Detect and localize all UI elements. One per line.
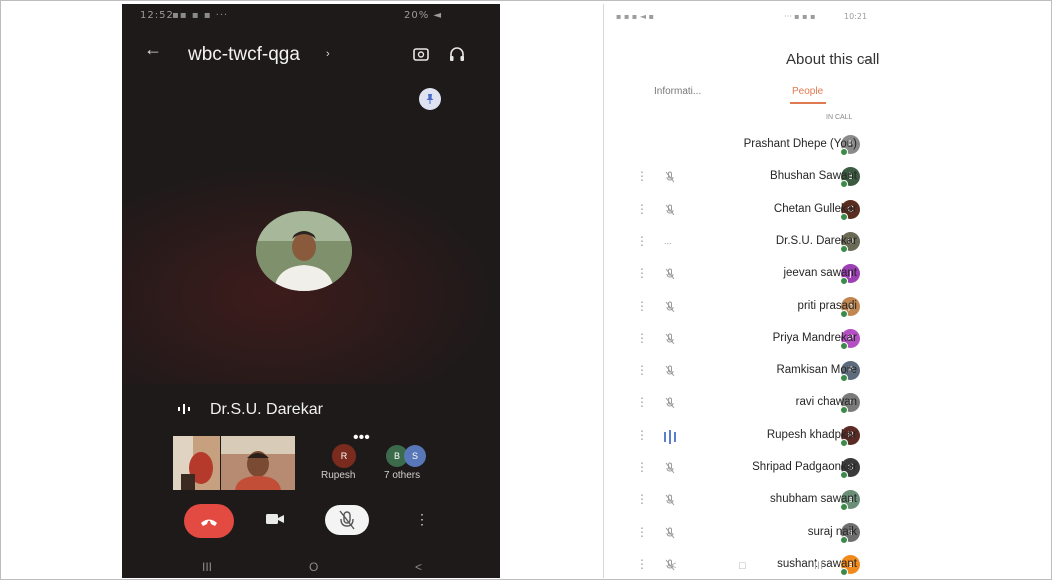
participant-name: ravi chawan bbox=[795, 396, 857, 409]
participant-row[interactable]: r ravi chawan ⋮ bbox=[604, 389, 1050, 417]
others-label: 7 others bbox=[384, 470, 421, 481]
mic-off-icon bbox=[664, 527, 676, 542]
kebab-menu-icon[interactable]: ⋮ bbox=[636, 331, 648, 345]
participant-row[interactable]: s shubham sawant ⋮ bbox=[604, 486, 1050, 514]
kebab-menu-icon[interactable]: ⋮ bbox=[636, 557, 648, 571]
status-time: 10:21 bbox=[844, 12, 868, 21]
kebab-menu-icon[interactable]: ⋮ bbox=[636, 460, 648, 474]
mic-toggle-button[interactable] bbox=[325, 505, 369, 535]
kebab-menu-icon[interactable]: ⋮ bbox=[636, 363, 648, 377]
kebab-menu-icon[interactable]: ⋮ bbox=[636, 234, 648, 248]
participant-name: Chetan Gullekar bbox=[773, 202, 857, 215]
back-arrow-icon[interactable]: ← bbox=[144, 39, 162, 60]
kebab-menu-icon[interactable]: ⋮ bbox=[636, 266, 648, 280]
nav-recents-button[interactable]: III bbox=[202, 560, 212, 574]
participant-row[interactable]: s suraj naik ⋮ bbox=[604, 519, 1050, 547]
participant-row[interactable]: R Rupesh khadpkar ⋮ bbox=[604, 422, 1050, 450]
kebab-menu-icon[interactable]: ⋮ bbox=[636, 525, 648, 539]
section-label: IN CALL bbox=[826, 114, 853, 121]
mic-off-icon bbox=[664, 365, 676, 380]
mic-off-icon bbox=[664, 171, 676, 186]
participant-name: suraj naik bbox=[807, 525, 857, 538]
status-time: 12:52 bbox=[140, 10, 174, 21]
status-right-icons: ▪ ▪ ▪ ◄ ▪ bbox=[616, 12, 655, 21]
camera-icon[interactable] bbox=[265, 511, 285, 532]
kebab-menu-icon[interactable]: ⋮ bbox=[636, 428, 648, 442]
participant-name: shubham sawant bbox=[770, 493, 857, 506]
participant-name: Prashant Dhepe (You) bbox=[743, 138, 857, 150]
participant-row[interactable]: j jeevan sawant ⋮ bbox=[604, 260, 1050, 288]
tab-people[interactable]: People bbox=[792, 86, 823, 97]
participant-row[interactable]: p priti prasadi ⋮ bbox=[604, 293, 1050, 321]
status-notification-icons: ▪▪ ▪ ▪ ··· bbox=[172, 10, 229, 21]
status-battery: 20% ◄ bbox=[404, 10, 443, 21]
end-call-button[interactable] bbox=[184, 504, 234, 538]
more-participants-icon[interactable]: ••• bbox=[353, 429, 370, 447]
participant-row[interactable]: P Priya Mandrekar ⋮ bbox=[604, 325, 1050, 353]
participant-row[interactable]: S Shripad Padgaonkar ⋮ bbox=[604, 454, 1050, 482]
participant-row[interactable]: P Prashant Dhepe (You) bbox=[604, 131, 1050, 159]
status-notification-icons: ··· ▪ ▪ ▪ bbox=[784, 12, 816, 21]
speaking-indicator-icon bbox=[664, 429, 676, 447]
chevron-right-icon[interactable]: › bbox=[326, 48, 330, 60]
participant-row[interactable]: C Chetan Gullekar ⋮ bbox=[604, 196, 1050, 224]
kebab-menu-icon[interactable]: ⋮ bbox=[636, 395, 648, 409]
self-view-tile[interactable] bbox=[173, 436, 220, 490]
switch-camera-icon[interactable] bbox=[412, 45, 430, 63]
mic-off-icon bbox=[664, 333, 676, 348]
others-avatar-s[interactable]: S bbox=[404, 445, 426, 467]
meeting-code[interactable]: wbc-twcf-qga bbox=[188, 44, 300, 66]
participant-name: Shripad Padgaonkar bbox=[752, 461, 857, 473]
nav-home-button[interactable]: O bbox=[309, 560, 318, 574]
participant-name: Rupesh khadpkar bbox=[766, 428, 857, 441]
status-dots-icon: ... bbox=[664, 235, 672, 246]
about-call-screen: ▪ ▪ ▪ ◄ ▪ ··· ▪ ▪ ▪ 10:21 About this cal… bbox=[603, 4, 1050, 578]
participant-row[interactable]: B Bhushan Sawant ⋮ bbox=[604, 163, 1050, 191]
kebab-menu-icon[interactable]: ⋮ bbox=[636, 202, 648, 216]
kebab-menu-icon[interactable]: ⋮ bbox=[636, 299, 648, 313]
nav-back-button[interactable]: < bbox=[415, 560, 422, 574]
participant-name: jeevan sawant bbox=[783, 267, 857, 280]
mic-off-icon bbox=[664, 268, 676, 283]
participant-label: Rupesh bbox=[321, 470, 356, 481]
more-options-icon[interactable]: ⋮ bbox=[415, 511, 429, 528]
back-arrow-icon[interactable]: → bbox=[860, 50, 874, 66]
mic-off-icon bbox=[664, 301, 676, 316]
participant-video-tile[interactable] bbox=[221, 436, 295, 490]
mic-off-icon bbox=[664, 494, 676, 509]
pin-icon[interactable] bbox=[419, 88, 441, 110]
participant-avatar-rupesh[interactable]: R bbox=[332, 444, 356, 468]
participant-name: Priya Mandrekar bbox=[772, 331, 857, 344]
participant-row[interactable]: R Ramkisan More ⋮ bbox=[604, 357, 1050, 385]
nav-home-button[interactable]: □ bbox=[739, 560, 746, 572]
participant-name: Ramkisan More bbox=[776, 364, 857, 377]
nav-back-button[interactable]: < bbox=[670, 560, 676, 572]
active-speaker-name: Dr.S.U. Darekar bbox=[210, 401, 323, 418]
participant-row[interactable]: D Dr.S.U. Darekar... ⋮ bbox=[604, 228, 1050, 256]
active-tab-indicator bbox=[790, 102, 826, 104]
kebab-menu-icon[interactable]: ⋮ bbox=[636, 169, 648, 183]
kebab-menu-icon[interactable]: ⋮ bbox=[636, 492, 648, 506]
mic-off-icon bbox=[664, 462, 676, 477]
audio-output-icon[interactable] bbox=[448, 45, 466, 63]
mic-off-icon bbox=[664, 397, 676, 412]
speaking-indicator-icon bbox=[177, 402, 191, 420]
participant-name: Bhushan Sawant bbox=[770, 170, 857, 183]
nav-recents-button[interactable]: III bbox=[814, 560, 823, 572]
tab-information[interactable]: Informati... bbox=[654, 86, 701, 97]
speaker-avatar bbox=[256, 211, 352, 291]
meet-call-screen: 12:52 ▪▪ ▪ ▪ ··· 20% ◄ ← wbc-twcf-qga › … bbox=[122, 4, 500, 578]
participant-name: priti prasadi bbox=[797, 299, 857, 312]
mic-off-icon bbox=[664, 204, 676, 219]
participant-name: Dr.S.U. Darekar bbox=[775, 234, 857, 247]
